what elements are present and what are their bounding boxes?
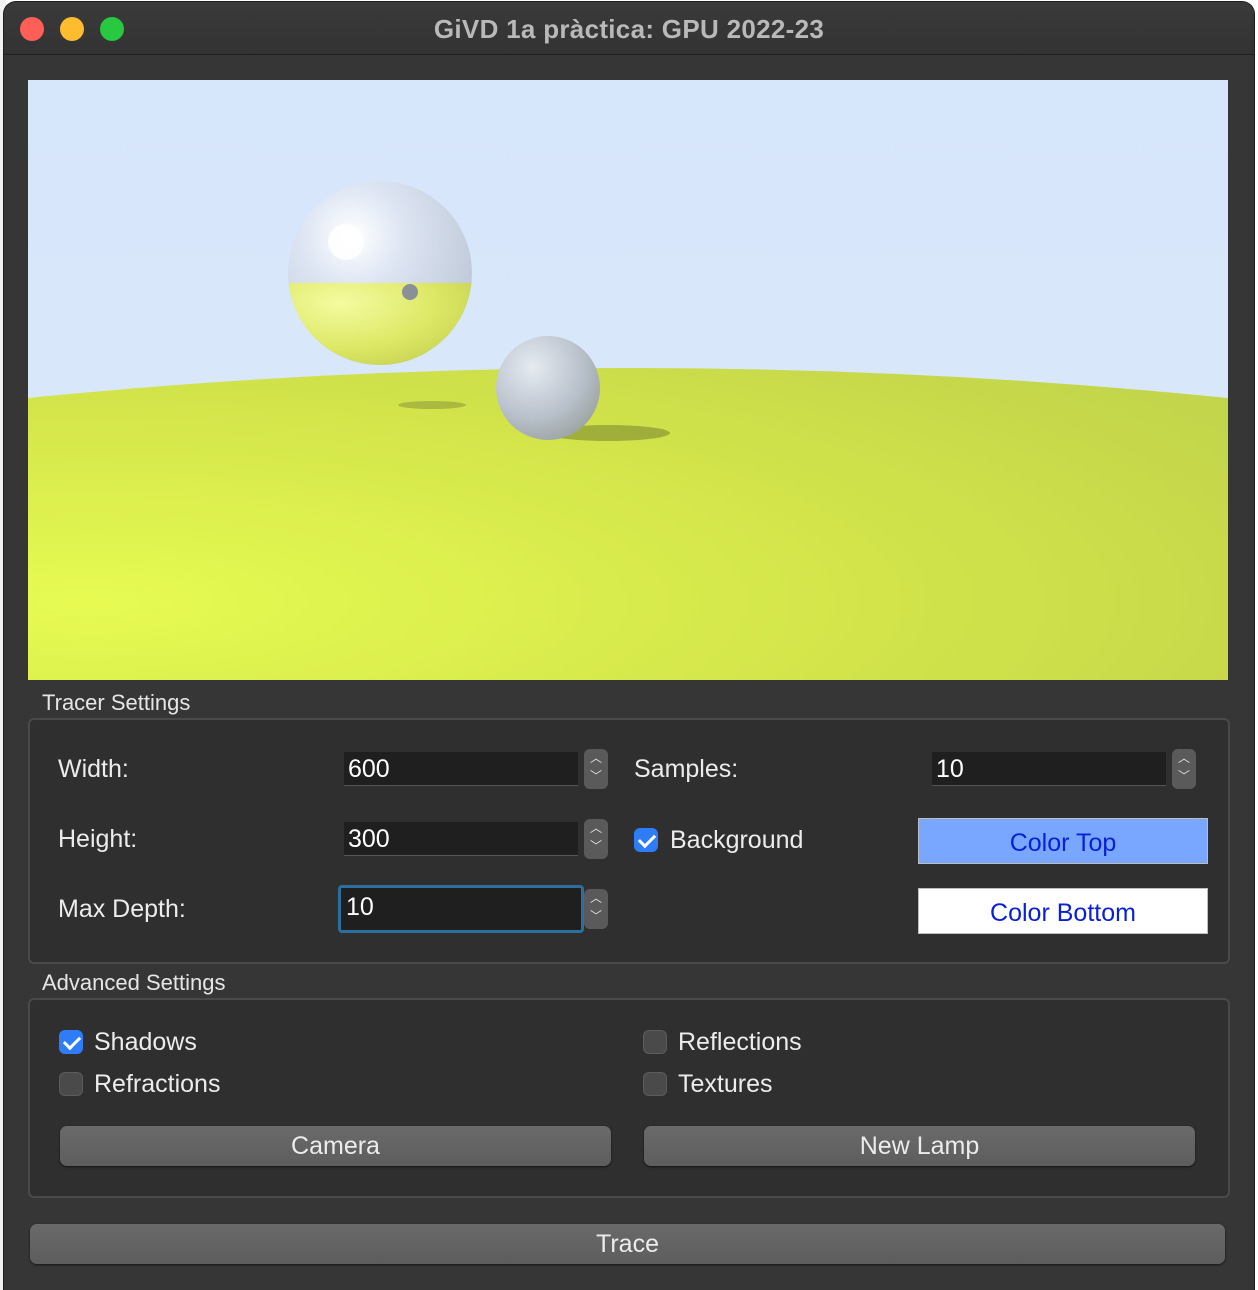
height-stepper[interactable]: ︿ ﹀ <box>584 819 608 859</box>
chevron-up-icon[interactable]: ︿ <box>584 749 608 767</box>
max-depth-input[interactable]: 10 <box>338 885 584 933</box>
textures-label: Textures <box>678 1070 773 1098</box>
chevron-down-icon[interactable]: ﹀ <box>584 837 608 855</box>
chevron-up-icon[interactable]: ︿ <box>584 889 608 907</box>
textures-checkbox[interactable] <box>643 1072 667 1096</box>
samples-input[interactable]: 10 <box>932 752 1166 786</box>
app-window: GiVD 1a pràctica: GPU 2022-23 Tracer Set… <box>4 2 1254 1290</box>
camera-button[interactable]: Camera <box>60 1126 611 1166</box>
width-stepper[interactable]: ︿ ﹀ <box>584 749 608 789</box>
chevron-down-icon[interactable]: ﹀ <box>584 767 608 785</box>
height-input[interactable]: 300 <box>344 822 578 856</box>
chevron-down-icon[interactable]: ﹀ <box>1172 767 1196 785</box>
chevron-up-icon[interactable]: ︿ <box>1172 749 1196 767</box>
height-label: Height: <box>58 825 138 853</box>
reflections-checkbox[interactable] <box>643 1030 667 1054</box>
width-input[interactable]: 600 <box>344 752 578 786</box>
rendered-scene-image <box>28 80 1228 680</box>
advanced-settings-title: Advanced Settings <box>42 970 226 995</box>
max-depth-stepper[interactable]: ︿ ﹀ <box>584 889 608 929</box>
trace-button[interactable]: Trace <box>30 1224 1225 1264</box>
title-bar[interactable]: GiVD 1a pràctica: GPU 2022-23 <box>4 2 1254 55</box>
samples-label: Samples: <box>634 755 739 783</box>
chevron-up-icon[interactable]: ︿ <box>584 819 608 837</box>
refractions-checkbox[interactable] <box>59 1072 83 1096</box>
shadows-checkbox[interactable] <box>59 1030 83 1054</box>
reflections-label: Reflections <box>678 1028 802 1056</box>
samples-stepper[interactable]: ︿ ﹀ <box>1172 749 1196 789</box>
chevron-down-icon[interactable]: ﹀ <box>584 907 608 925</box>
width-label: Width: <box>58 755 129 783</box>
refractions-label: Refractions <box>94 1070 221 1098</box>
render-viewport <box>28 80 1228 680</box>
new-lamp-button[interactable]: New Lamp <box>644 1126 1195 1166</box>
shadows-label: Shadows <box>94 1028 197 1056</box>
window-title: GiVD 1a pràctica: GPU 2022-23 <box>433 14 825 44</box>
color-bottom-button[interactable]: Color Bottom <box>918 888 1208 934</box>
tracer-settings-title: Tracer Settings <box>42 690 191 715</box>
background-label: Background <box>670 826 804 854</box>
max-depth-label: Max Depth: <box>58 895 186 923</box>
color-top-button[interactable]: Color Top <box>918 818 1208 864</box>
background-checkbox[interactable] <box>634 828 658 852</box>
